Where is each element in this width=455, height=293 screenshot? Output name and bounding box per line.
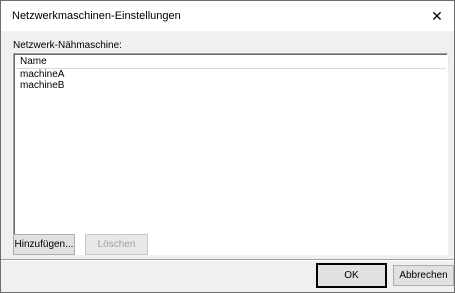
- close-button[interactable]: ✕: [420, 1, 454, 31]
- network-machine-label: Netzwerk-Nähmaschine:: [13, 40, 122, 51]
- ok-button[interactable]: OK: [316, 263, 387, 288]
- machine-list[interactable]: Name machineA machineB: [13, 53, 449, 255]
- cancel-button[interactable]: Abbrechen: [393, 265, 454, 286]
- list-item[interactable]: machineA: [16, 69, 445, 80]
- close-icon: ✕: [431, 7, 443, 24]
- title-bar: Netzwerkmaschinen-Einstellungen ✕: [1, 1, 454, 31]
- dialog-window: Netzwerkmaschinen-Einstellungen ✕ Netzwe…: [0, 0, 455, 293]
- window-title: Netzwerkmaschinen-Einstellungen: [12, 10, 181, 22]
- list-item[interactable]: machineB: [16, 80, 445, 91]
- dialog-body: Netzwerk-Nähmaschine: Name machineA mach…: [1, 31, 454, 292]
- column-header-name[interactable]: Name: [20, 56, 47, 68]
- list-rows: machineA machineB: [16, 69, 445, 91]
- separator: [1, 259, 454, 261]
- column-divider[interactable]: [448, 56, 449, 68]
- add-button[interactable]: Hinzufügen...: [13, 234, 75, 255]
- delete-button[interactable]: Löschen: [85, 234, 148, 255]
- list-header: Name: [16, 56, 449, 69]
